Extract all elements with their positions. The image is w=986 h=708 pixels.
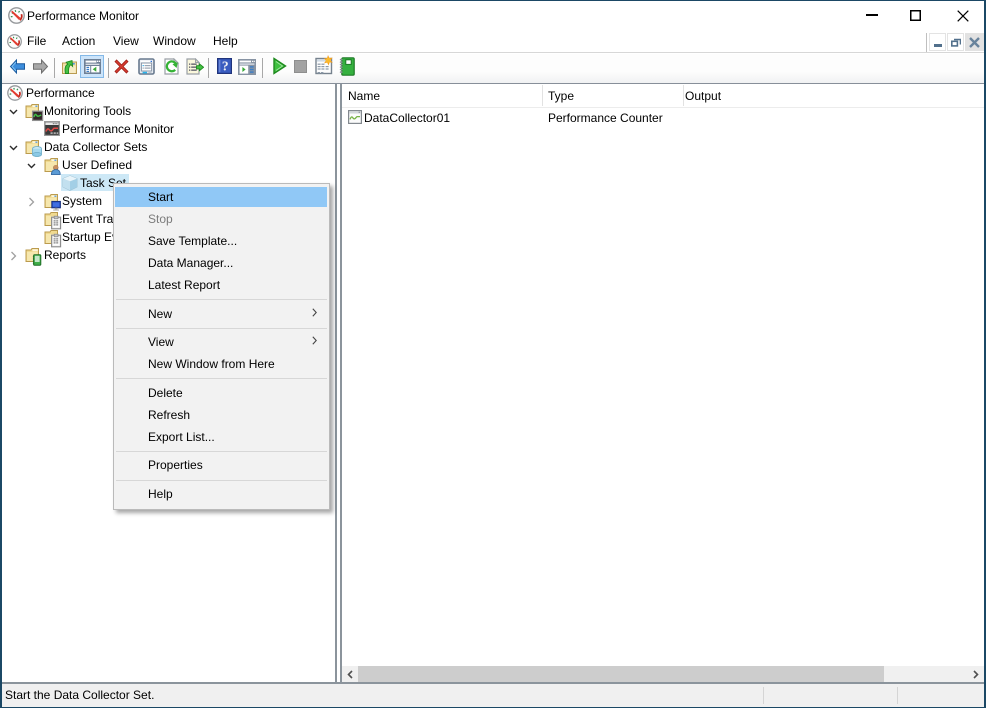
svg-text:?: ? xyxy=(222,58,229,73)
